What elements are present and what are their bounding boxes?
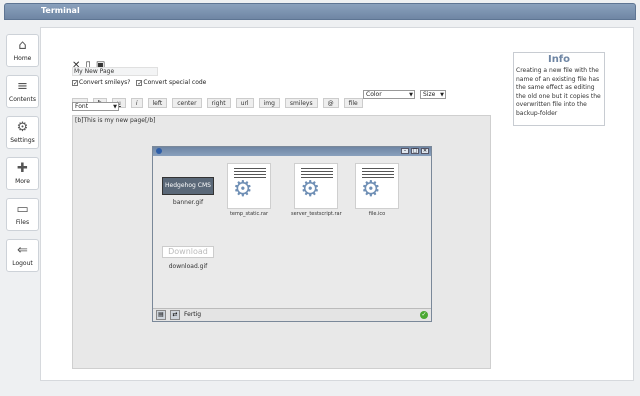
format-button-italic[interactable]: i (130, 98, 143, 108)
font-select-value: Font (75, 103, 89, 110)
minimize-icon[interactable]: – (401, 148, 409, 154)
sidebar-item-logout[interactable]: ⇐ Logout (6, 239, 39, 272)
sidebar-item-files[interactable]: ▭ Files (6, 198, 39, 231)
window-titlebar: Terminal (4, 3, 636, 20)
special-code-checkbox-label: Convert special code (143, 79, 207, 86)
gear-file-icon: ⚙ (361, 177, 381, 202)
page-name-field[interactable]: My New Page (72, 67, 158, 76)
format-button-center[interactable]: center (172, 98, 202, 108)
font-select[interactable]: Font ▼ (72, 102, 119, 111)
format-button-at[interactable]: @ (322, 98, 339, 108)
chevron-down-icon: ▼ (409, 92, 413, 98)
page-icon: ▤ (156, 310, 166, 320)
sidebar-item-label: Settings (10, 137, 35, 144)
editor-content: [b]This is my new page[/b] (75, 117, 156, 124)
banner-caption: banner.gif (172, 199, 204, 206)
smileys-checkbox-label: Convert smileys? (79, 79, 131, 86)
file-window-statusbar: ▤ ⇄ Fertig ✓ (153, 308, 431, 321)
folder-icon: ▭ (16, 202, 29, 217)
file-item[interactable]: ⚙ server_testscript.rar (291, 163, 342, 217)
color-select-value: Color (366, 91, 382, 98)
info-panel: Info Creating a new file with the name o… (513, 52, 605, 126)
ok-icon: ✓ (420, 311, 428, 319)
embedded-file-window: – □ ✕ Hedgehog CMS banner.gif ⚙ temp_sta… (152, 146, 432, 322)
window-title: Terminal (41, 6, 80, 15)
convert-options: ✓Convert smileys? ✓Convert special code (72, 79, 210, 87)
download-image[interactable]: Download (162, 246, 214, 258)
sidebar-item-label: Contents (9, 96, 36, 103)
sidebar-item-label: More (15, 178, 30, 185)
special-code-checkbox[interactable]: ✓ (136, 80, 142, 87)
smileys-checkbox[interactable]: ✓ (72, 80, 78, 87)
format-button-left[interactable]: left (147, 98, 168, 108)
format-button-img[interactable]: img (258, 98, 280, 108)
sidebar-item-home[interactable]: ⌂ Home (6, 34, 39, 67)
file-item[interactable]: ⚙ temp_static.rar (227, 163, 271, 217)
size-select-value: Size (423, 91, 436, 98)
status-text: Fertig (184, 311, 202, 318)
file-name: server_testscript.rar (291, 211, 342, 217)
sidebar-item-contents[interactable]: ≡ Contents (6, 75, 39, 108)
main-panel: ✕ ▯ ▣ My New Page ✓Convert smileys? ✓Conve… (40, 27, 634, 381)
sidebar-item-settings[interactable]: ⚙ Settings (6, 116, 39, 149)
sidebar-item-more[interactable]: ✚ More (6, 157, 39, 190)
gear-file-icon: ⚙ (300, 177, 321, 202)
color-select[interactable]: Color ▼ (363, 90, 415, 99)
format-toolbar: ...buileftcenterrighturlimgsmileys@file (72, 90, 368, 108)
format-button-url[interactable]: url (235, 98, 254, 108)
banner-image[interactable]: Hedgehog CMS (162, 177, 214, 195)
content-editor[interactable]: [b]This is my new page[/b] – □ ✕ Hedgeho… (72, 115, 491, 369)
format-button-file[interactable]: file (343, 98, 363, 108)
download-caption: download.gif (168, 263, 208, 270)
file-name: file.ico (368, 211, 386, 217)
chevron-down-icon: ▼ (113, 104, 117, 110)
file-window-titlebar: – □ ✕ (153, 147, 431, 156)
sidebar-item-label: Home (13, 55, 32, 62)
info-text: Creating a new file with the name of an … (516, 67, 601, 117)
chevron-down-icon: ▼ (440, 92, 444, 98)
plus-icon: ✚ (17, 161, 28, 176)
maximize-icon[interactable]: □ (411, 148, 419, 154)
sidebar-item-label: Logout (12, 260, 33, 267)
size-select[interactable]: Size ▼ (420, 90, 446, 99)
format-button-smileys[interactable]: smileys (284, 98, 318, 108)
sidebar-item-label: Files (15, 219, 30, 226)
app-icon (156, 148, 162, 154)
gear-icon: ⚙ (16, 120, 29, 135)
document-icon: ≡ (17, 79, 28, 94)
gear-file-icon: ⚙ (233, 177, 253, 202)
connection-icon: ⇄ (170, 310, 180, 320)
logout-arrow-icon: ⇐ (17, 243, 28, 258)
format-button-right[interactable]: right (206, 98, 231, 108)
info-title: Info (547, 54, 571, 65)
home-icon: ⌂ (18, 38, 27, 53)
close-icon[interactable]: ✕ (421, 148, 429, 154)
file-item[interactable]: ⚙ file.ico (355, 163, 399, 217)
file-name: temp_static.rar (229, 211, 269, 217)
